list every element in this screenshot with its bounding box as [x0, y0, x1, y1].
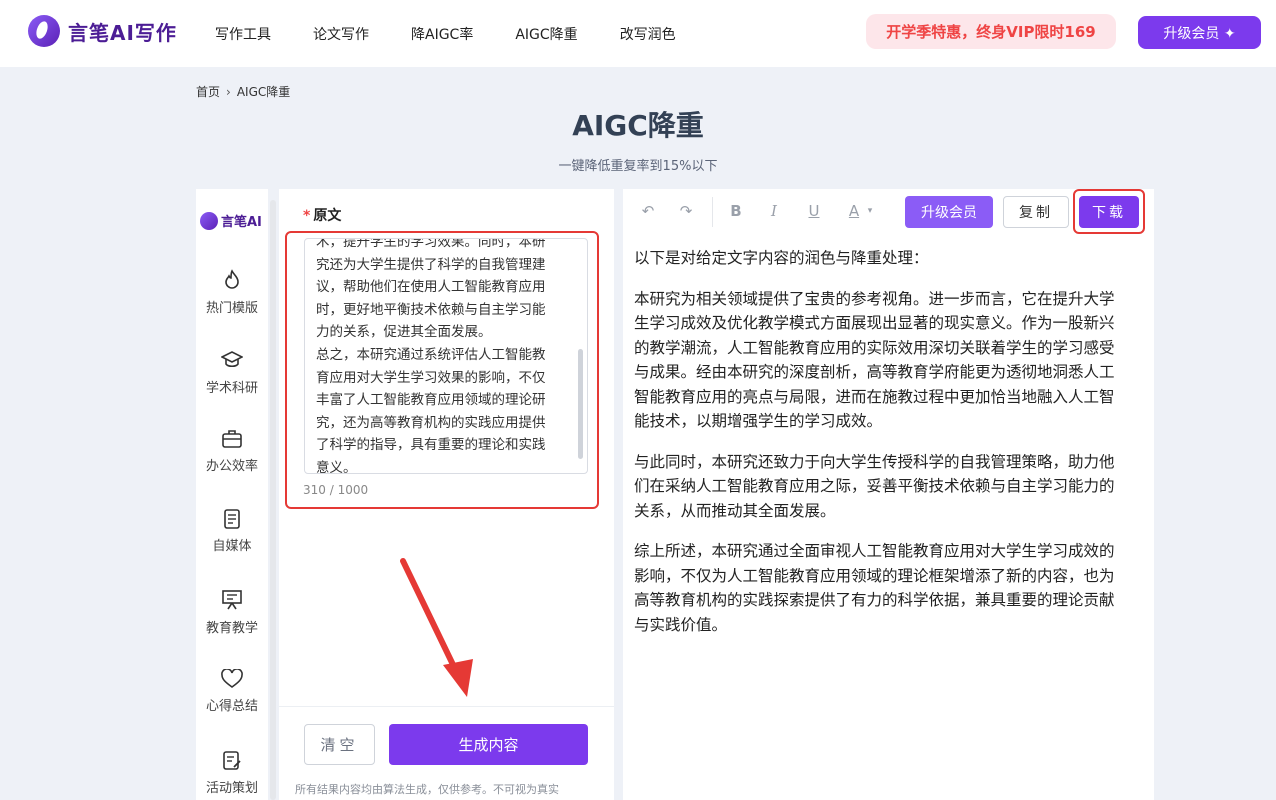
heart-icon [221, 669, 243, 688]
briefcase-icon [222, 430, 242, 448]
textarea-scrollbar[interactable] [578, 349, 583, 459]
toolbar-divider [712, 197, 713, 227]
italic-icon[interactable]: I [763, 200, 785, 222]
sidebar-item-hot-templates[interactable]: 热门模版 [196, 269, 268, 316]
nav-item-writing-tools[interactable]: 写作工具 [215, 24, 271, 44]
nav-item-rewrite-polish[interactable]: 改写润色 [620, 24, 676, 44]
output-paragraph: 综上所述，本研究通过全面审视人工智能教育应用对大学生学习成效的影响，不仅为人工智… [634, 542, 1115, 634]
sidebar-item-label: 热门模版 [205, 301, 258, 316]
redo-icon[interactable]: ↷ [675, 200, 697, 222]
sidebar-item-experience-summary[interactable]: 心得总结 [196, 669, 268, 714]
main-nav: 写作工具 论文写作 降AIGC率 AIGC降重 改写润色 [215, 0, 718, 67]
breadcrumb-separator-icon: › [226, 84, 231, 99]
chevron-down-icon[interactable]: ▾ [859, 200, 881, 222]
disclaimer-text: 所有结果内容均由算法生成，仅供参考。不可视为真实 [295, 783, 559, 796]
sidebar-item-label: 学术科研 [205, 381, 258, 396]
required-mark: * [303, 208, 311, 224]
document-icon [224, 509, 240, 529]
graduation-cap-icon [221, 351, 243, 368]
output-paragraph: 与此同时，本研究还致力于向大学生传授科学的自我管理策略，助力他们在采纳人工智能教… [634, 452, 1115, 520]
sidebar-scrollbar[interactable] [270, 200, 276, 800]
text-line: 育应用对大学生学习效果的影响，不仅 [316, 369, 546, 386]
output-editor-panel: ↶ ↷ B I U A ▾ 升级会员 复制 下载 以下是对给定文字内容的润色与降… [623, 189, 1154, 800]
flame-icon [225, 269, 239, 289]
input-panel: * 原文 术，提升学生的学习效果。同时，本研 究还为大学生提供了科学的自我管理建 … [279, 189, 614, 800]
breadcrumb: 首页 › AIGC降重 [196, 83, 290, 100]
sidebar-item-label: 办公效率 [205, 459, 258, 474]
sidebar-item-self-media[interactable]: 自媒体 [196, 509, 268, 554]
sidebar-item-office-efficiency[interactable]: 办公效率 [196, 429, 268, 474]
text-line: 术，提升学生的学习效果。同时，本研 [316, 238, 546, 250]
bold-icon[interactable]: B [725, 200, 747, 222]
text-line: 时，更好地平衡技术依赖与自主学习能 [316, 301, 546, 318]
download-button[interactable]: 下载 [1079, 196, 1139, 228]
clear-button[interactable]: 清空 [304, 724, 375, 765]
annotation-arrow-icon [400, 558, 473, 697]
sidebar-item-education-teaching[interactable]: 教育教学 [196, 589, 268, 636]
divider [279, 706, 614, 707]
breadcrumb-home[interactable]: 首页 [196, 83, 220, 100]
output-content[interactable]: 以下是对给定文字内容的润色与降重处理： 本研究为相关领域提供了宝贵的参考视角。进… [634, 246, 1129, 653]
promo-banner[interactable]: 开学季特惠，终身VIP限时169 [866, 14, 1116, 49]
logo-text: 言笔AI写作 [68, 20, 177, 45]
sidebar-item-label: 教育教学 [205, 621, 258, 636]
top-navbar: 言笔AI写作 写作工具 论文写作 降AIGC率 AIGC降重 改写润色 开学季特… [0, 0, 1276, 67]
text-line: 力的关系，促进其全面发展。 [316, 324, 492, 341]
category-sidebar: 言笔AI 热门模版 学术科研 办公效率 自媒体 教育教学 心得总结 活动策划 [196, 189, 268, 800]
sidebar-item-label: 自媒体 [212, 539, 252, 554]
text-line: 意义。 [316, 459, 357, 474]
text-line: 议，帮助他们在使用人工智能教育应用 [316, 279, 546, 296]
sidebar-item-label: 心得总结 [205, 699, 258, 714]
sidebar-logo-text: 言笔AI [221, 215, 262, 230]
clipboard-edit-icon [223, 751, 241, 770]
nav-item-paper-writing[interactable]: 论文写作 [313, 24, 369, 44]
generate-button[interactable]: 生成内容 [389, 724, 588, 765]
copy-button[interactable]: 复制 [1003, 196, 1069, 228]
original-text-input[interactable]: 术，提升学生的学习效果。同时，本研 究还为大学生提供了科学的自我管理建 议，帮助… [304, 238, 588, 474]
text-line: 丰富了人工智能教育应用领域的理论研 [316, 392, 546, 409]
page-title: AIGC降重 [572, 109, 704, 142]
underline-icon[interactable]: U [803, 200, 825, 222]
text-line: 究，还为高等教育机构的实践应用提供 [316, 414, 546, 431]
page-subtitle: 一键降低重复率到15%以下 [558, 159, 718, 174]
sidebar-item-label: 活动策划 [205, 781, 258, 796]
sidebar-logo: 言笔AI [200, 211, 262, 230]
sidebar-logo-icon [200, 211, 218, 230]
presentation-board-icon [222, 590, 242, 610]
original-text-label: * 原文 [303, 205, 341, 225]
original-text-content: 术，提升学生的学习效果。同时，本研 究还为大学生提供了科学的自我管理建 议，帮助… [316, 238, 564, 474]
output-paragraph: 本研究为相关领域提供了宝贵的参考视角。进一步而言，它在提升大学生学习成效及优化教… [634, 289, 1115, 431]
editor-toolbar: ↶ ↷ B I U A ▾ 升级会员 复制 下载 [623, 189, 1154, 235]
text-line: 了科学的指导，具有重要的理论和实践 [316, 437, 546, 454]
char-counter: 310 / 1000 [303, 483, 369, 497]
upgrade-member-button[interactable]: 升级会员 ✦ [1138, 16, 1261, 49]
nav-item-aigc-dedup[interactable]: AIGC降重 [515, 24, 577, 44]
original-text-label-text: 原文 [313, 208, 342, 224]
upgrade-member-button-editor[interactable]: 升级会员 [905, 196, 993, 228]
output-paragraph: 以下是对给定文字内容的润色与降重处理： [634, 249, 929, 267]
sidebar-item-academic-research[interactable]: 学术科研 [196, 349, 268, 396]
site-logo[interactable]: 言笔AI写作 [28, 15, 177, 47]
sidebar-item-event-planning[interactable]: 活动策划 [196, 749, 268, 796]
text-line: 究还为大学生提供了科学的自我管理建 [316, 256, 546, 273]
nav-item-reduce-aigc-rate[interactable]: 降AIGC率 [411, 24, 473, 44]
undo-icon[interactable]: ↶ [637, 200, 659, 222]
logo-mark-icon [28, 15, 60, 47]
breadcrumb-current: AIGC降重 [236, 85, 291, 99]
text-line: 总之，本研究通过系统评估人工智能教 [316, 346, 546, 363]
